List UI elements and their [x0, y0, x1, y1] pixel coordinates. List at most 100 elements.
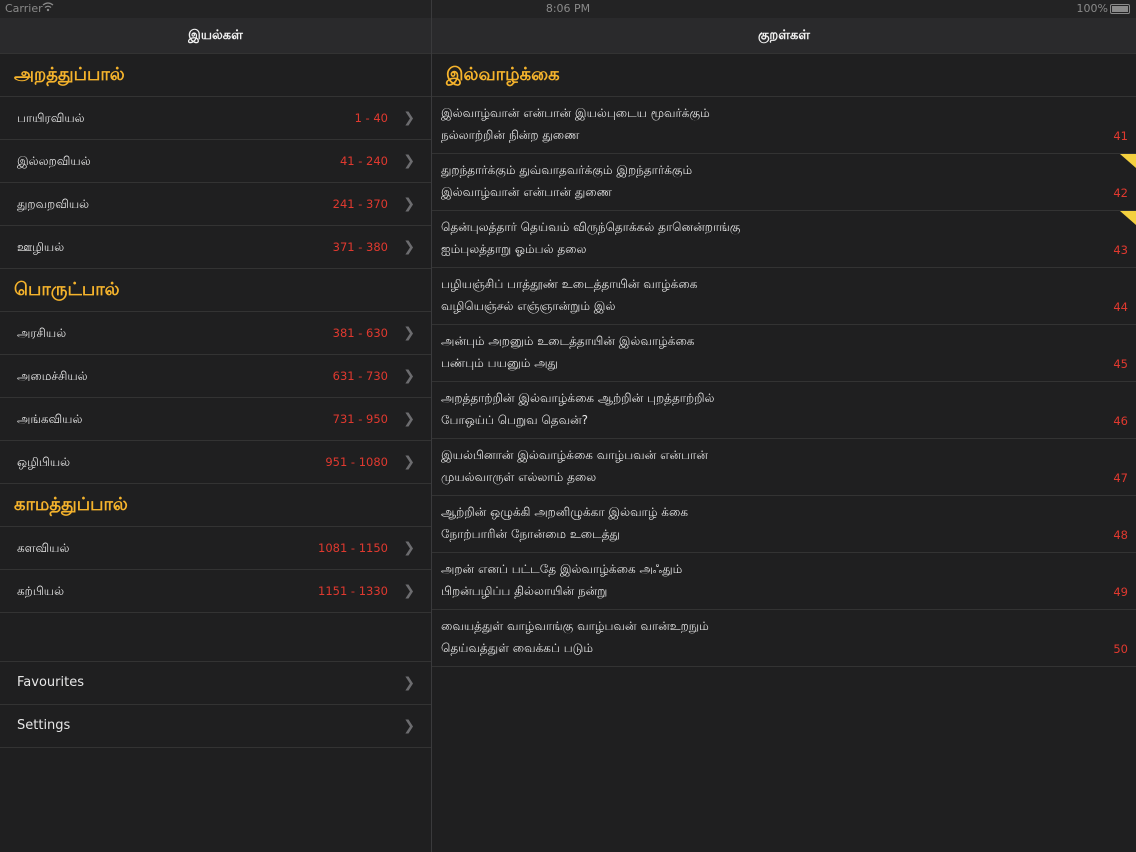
chapter-row[interactable]: களவியல் 1081 - 1150 ❯ [0, 527, 431, 570]
kural-line-2: போஒய்ப் பெறுவ தெவன்? [441, 413, 589, 427]
section-kamam: காமத்துப்பால் களவியல் 1081 - 1150 ❯ கற்பிய… [0, 484, 431, 613]
chapter-label: ஒழிபியல் [17, 455, 71, 469]
chevron-right-icon: ❯ [403, 325, 415, 341]
chapter-label: அமைச்சியல் [17, 369, 88, 383]
kural-number: 41 [1113, 129, 1128, 143]
section-aram: அறத்துப்பால் பாயிரவியல் 1 - 40 ❯ இல்லறவியல… [0, 54, 431, 269]
kural-line-2: முயல்வாருள் எல்லாம் தலை [441, 470, 597, 484]
kural-line-2: பிறன்பழிப்ப தில்லாயின் நன்று [441, 584, 608, 598]
kural-row[interactable]: இல்வாழ்வான் என்பான் இயல்புடைய மூவர்க்கும… [432, 97, 1136, 154]
chapter-row[interactable]: அரசியல் 381 - 630 ❯ [0, 312, 431, 355]
kural-row[interactable]: பழியஞ்சிப் பாத்தூண் உடைத்தாயின் வாழ்க்கை… [432, 268, 1136, 325]
section-porul: பொருட்பால் அரசியல் 381 - 630 ❯ அமைச்சியல் 6… [0, 269, 431, 484]
chapter-label: ஊழியல் [17, 240, 65, 254]
chapter-label: பாயிரவியல் [17, 111, 85, 125]
kural-row[interactable]: தென்புலத்தார் தெய்வம் விருந்தொக்கல் தானெ… [432, 211, 1136, 268]
favourites-label: Favourites [17, 675, 84, 690]
settings-row[interactable]: Settings ❯ [0, 705, 431, 748]
chevron-right-icon: ❯ [403, 368, 415, 384]
chapters-panel: இயல்கள் அறத்துப்பால் பாயிரவியல் 1 - 40 ❯ இ… [0, 18, 431, 852]
chapter-title: இல்வாழ்க்கை [432, 54, 1136, 97]
chevron-right-icon: ❯ [403, 583, 415, 599]
kural-number: 50 [1113, 642, 1128, 656]
chevron-right-icon: ❯ [403, 153, 415, 169]
chapter-row[interactable]: துறவறவியல் 241 - 370 ❯ [0, 183, 431, 226]
chapter-label: கற்பியல் [17, 584, 65, 598]
kural-line-2: வழியெஞ்சல் எஞ்ஞான்றும் இல் [441, 299, 616, 313]
kural-line-1: வையத்துள் வாழ்வாங்கு வாழ்பவன் வான்உறநும் [441, 619, 709, 633]
clock: 8:06 PM [545, 2, 591, 15]
chapter-range: 1151 - 1330 [318, 584, 388, 598]
kural-row[interactable]: அறத்தாற்றின் இல்வாழ்க்கை ஆற்றின் புறத்தா… [432, 382, 1136, 439]
kural-number: 44 [1113, 300, 1128, 314]
chapter-label: துறவறவியல் [17, 197, 90, 211]
battery-percent: 100% [1076, 2, 1108, 15]
chevron-right-icon: ❯ [403, 718, 415, 734]
kural-number: 48 [1113, 528, 1128, 542]
kural-line-2: பண்பும் பயனும் அது [441, 356, 558, 370]
kural-line-2: இல்வாழ்வான் என்பான் துணை [441, 185, 612, 199]
kural-number: 47 [1113, 471, 1128, 485]
kural-line-1: அறத்தாற்றின் இல்வாழ்க்கை ஆற்றின் புறத்தா… [441, 391, 715, 405]
kural-number: 43 [1113, 243, 1128, 257]
chapter-row[interactable]: ஒழிபியல் 951 - 1080 ❯ [0, 441, 431, 484]
left-nav-title: இயல்கள் [0, 18, 431, 54]
kural-line-2: ஐம்புலத்தாறு ஓம்பல் தலை [441, 242, 587, 256]
chapter-row[interactable]: இல்லறவியல் 41 - 240 ❯ [0, 140, 431, 183]
chapter-range: 371 - 380 [332, 240, 388, 254]
chevron-right-icon: ❯ [403, 196, 415, 212]
battery-icon [1110, 4, 1130, 14]
kural-number: 46 [1113, 414, 1128, 428]
chapter-row[interactable]: கற்பியல் 1151 - 1330 ❯ [0, 570, 431, 613]
kurals-panel: குறள்கள் இல்வாழ்க்கை இல்வாழ்வான் என்பான்… [432, 18, 1136, 852]
status-bar: Carrier 8:06 PM 100% [0, 0, 1136, 18]
chapter-row[interactable]: அமைச்சியல் 631 - 730 ❯ [0, 355, 431, 398]
kural-row[interactable]: துறந்தார்க்கும் துவ்வாதவர்க்கும் இறந்தார… [432, 154, 1136, 211]
section-header: அறத்துப்பால் [0, 54, 431, 97]
chapter-row[interactable]: அங்கவியல் 731 - 950 ❯ [0, 398, 431, 441]
kural-line-1: அன்பும் அறனும் உடைத்தாயின் இல்வாழ்க்கை [441, 334, 695, 348]
chevron-right-icon: ❯ [403, 540, 415, 556]
kural-row[interactable]: அன்பும் அறனும் உடைத்தாயின் இல்வாழ்க்கை பண… [432, 325, 1136, 382]
chapter-range: 731 - 950 [332, 412, 388, 426]
kural-line-1: ஆற்றின் ஒழுக்கி அறனிழுக்கா இல்வாழ் க்கை [441, 505, 688, 519]
chapter-row[interactable]: பாயிரவியல் 1 - 40 ❯ [0, 97, 431, 140]
kural-list: இல்வாழ்வான் என்பான் இயல்புடைய மூவர்க்கும… [432, 97, 1136, 667]
kural-row[interactable]: இயல்பினான் இல்வாழ்க்கை வாழ்பவன் என்பான் ம… [432, 439, 1136, 496]
favourite-flag-icon [1120, 154, 1136, 168]
favourites-row[interactable]: Favourites ❯ [0, 662, 431, 705]
chapter-range: 41 - 240 [339, 154, 388, 168]
kural-number: 49 [1113, 585, 1128, 599]
chevron-right-icon: ❯ [403, 110, 415, 126]
kural-row[interactable]: ஆற்றின் ஒழுக்கி அறனிழுக்கா இல்வாழ் க்கை ந… [432, 496, 1136, 553]
section-header: பொருட்பால் [0, 269, 431, 312]
chapter-label: களவியல் [17, 541, 70, 555]
kural-line-2: நல்லாற்றின் நின்ற துணை [441, 128, 580, 142]
chapter-row[interactable]: ஊழியல் 371 - 380 ❯ [0, 226, 431, 269]
chapter-label: அரசியல் [17, 326, 67, 340]
chevron-right-icon: ❯ [403, 675, 415, 691]
chapter-range: 1 - 40 [354, 111, 388, 125]
chapter-label: இல்லறவியல் [17, 154, 91, 168]
right-nav-title: குறள்கள் [432, 18, 1136, 54]
chapter-range: 951 - 1080 [325, 455, 388, 469]
kural-line-2: தெய்வத்துள் வைக்கப் படும் [441, 641, 594, 655]
chevron-right-icon: ❯ [403, 411, 415, 427]
kural-line-1: துறந்தார்க்கும் துவ்வாதவர்க்கும் இறந்தார… [441, 163, 693, 177]
chapter-range: 1081 - 1150 [318, 541, 388, 555]
chapter-range: 631 - 730 [332, 369, 388, 383]
kural-line-2: நோற்பாரின் நோன்மை உடைத்து [441, 527, 620, 541]
settings-label: Settings [17, 718, 71, 733]
kural-line-1: பழியஞ்சிப் பாத்தூண் உடைத்தாயின் வாழ்க்கை [441, 277, 698, 291]
chapter-range: 241 - 370 [332, 197, 388, 211]
kural-line-1: அறன் எனப் பட்டதே இல்வாழ்க்கை அஃதும் [441, 562, 683, 576]
section-header: காமத்துப்பால் [0, 484, 431, 527]
chevron-right-icon: ❯ [403, 454, 415, 470]
chapter-range: 381 - 630 [332, 326, 388, 340]
kural-number: 42 [1113, 186, 1128, 200]
extras-group: Favourites ❯ Settings ❯ [0, 661, 431, 748]
kural-row[interactable]: அறன் எனப் பட்டதே இல்வாழ்க்கை அஃதும் பிறன்… [432, 553, 1136, 610]
kural-row[interactable]: வையத்துள் வாழ்வாங்கு வாழ்பவன் வான்உறநும்… [432, 610, 1136, 667]
kural-line-1: தென்புலத்தார் தெய்வம் விருந்தொக்கல் தானெ… [441, 220, 741, 234]
